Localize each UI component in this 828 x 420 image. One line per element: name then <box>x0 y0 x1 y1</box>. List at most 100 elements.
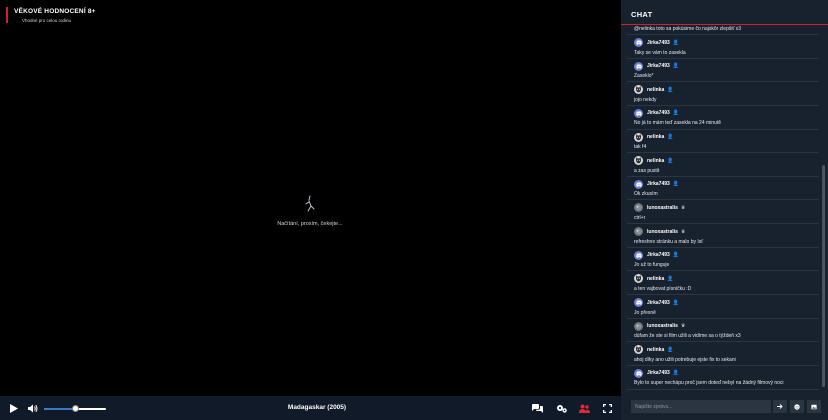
chat-message: nelinka 👤 ahoj díky ano užili potrebuje ej… <box>627 342 819 366</box>
cat-avatar-icon <box>635 157 642 164</box>
chat-username[interactable]: nelinka 👤 <box>647 158 673 164</box>
avatar[interactable] <box>634 345 643 355</box>
chat-message-text: No já to mám teď zasekla na 24 minutě <box>634 120 722 127</box>
chat-username[interactable]: nelinka 👤 <box>647 347 673 353</box>
chat-username-label: lunoxastralis <box>647 204 678 211</box>
chat-username-label: Jirka7493 <box>647 110 670 117</box>
chat-username-label: Jirka7493 <box>647 252 670 259</box>
age-rating-badge: VĚKOVÉ HODNOCENÍ 8+ Vhodné pro celou rod… <box>6 7 96 23</box>
chat-panel: CHAT @nelinka toto sa pokúsime čo najskô… <box>621 0 828 420</box>
chat-username[interactable]: Jirka7493 👤 <box>647 63 679 69</box>
crown-icon: ♛ <box>680 228 686 235</box>
avatar[interactable] <box>634 85 643 95</box>
user-icon: 👤 <box>667 275 674 282</box>
chat-toggle-button[interactable] <box>531 401 543 415</box>
chat-message: Jirka7493 👤 No já to mám teď zasekla na 24… <box>627 106 819 130</box>
avatar[interactable] <box>634 250 643 260</box>
chat-username[interactable]: nelinka 👤 <box>647 134 673 140</box>
video-area[interactable]: VĚKOVÉ HODNOCENÍ 8+ Vhodné pro celou rod… <box>0 0 621 396</box>
chat-message: nelinka 👤 a ten vajbovat písničku :D <box>627 271 819 296</box>
user-icon: 👤 <box>672 63 680 70</box>
avatar[interactable] <box>634 227 643 237</box>
chat-username[interactable]: lunoxastralis ♛ <box>647 229 685 235</box>
chat-message-list[interactable]: @nelinka toto sa pokúsime čo najskôr zle… <box>627 25 819 391</box>
chat-username-label: Jirka7493 <box>647 63 670 70</box>
play-icon <box>10 403 18 413</box>
user-icon: 👤 <box>672 181 680 188</box>
discord-logo-icon <box>635 182 642 187</box>
chat-username[interactable]: lunoxastralis ♛ <box>647 323 685 329</box>
chat-message: lunoxastralis ♛ ctrl+r <box>627 200 819 225</box>
user-icon: 👤 <box>672 39 680 46</box>
chat-message: lunoxastralis ♛ dúfam že ste si film užili… <box>627 319 819 343</box>
chat-username[interactable]: Jirka7493 👤 <box>647 370 679 376</box>
chat-username[interactable]: Jirka7493 👤 <box>647 110 679 116</box>
chat-message: nelinka 👤 tak f4 <box>627 130 819 154</box>
chat-message-text: dúfam že ste si film užili a vidíme sa o… <box>634 333 741 340</box>
media-icon <box>811 404 817 409</box>
user-icon: 👤 <box>667 134 674 141</box>
chat-message-text: Ok zkusím <box>634 191 658 198</box>
chat-username[interactable]: Jirka7493 👤 <box>647 40 679 46</box>
fullscreen-button[interactable] <box>601 401 613 415</box>
seek-progress <box>44 408 75 410</box>
chat-username[interactable]: nelinka 👤 <box>647 87 673 93</box>
send-button[interactable] <box>773 400 787 413</box>
chat-message: lunoxastralis ♛ refreshne stránku a malo b… <box>627 224 819 248</box>
play-button[interactable] <box>8 401 20 415</box>
seek-bar[interactable] <box>44 405 106 412</box>
avatar[interactable] <box>634 179 643 189</box>
avatar[interactable] <box>634 108 643 118</box>
chat-username[interactable]: Jirka7493 👤 <box>647 300 679 306</box>
users-button[interactable] <box>578 401 590 415</box>
settings-button[interactable] <box>555 401 567 415</box>
emoji-button[interactable] <box>790 400 804 413</box>
user-icon: 👤 <box>672 370 680 377</box>
media-button[interactable] <box>807 400 821 413</box>
chat-title: CHAT <box>631 10 653 19</box>
chat-message-text: Bylo to super nechápu proč jsem doteď ne… <box>634 380 784 387</box>
chat-username[interactable]: Jirka7493 👤 <box>647 181 679 187</box>
chat-username[interactable]: lunoxastralis ♛ <box>647 205 685 211</box>
chat-message-text: a zas pustit <box>634 167 660 174</box>
avatar[interactable] <box>634 61 643 71</box>
avatar[interactable] <box>634 38 643 47</box>
loading-spinner-icon <box>305 195 315 212</box>
chat-message-text: Taky se vám to zasekla <box>634 49 686 56</box>
avatar[interactable] <box>634 132 643 142</box>
chat-message: nelinka 👤 jojo nekdy <box>627 82 819 106</box>
avatar[interactable] <box>634 298 643 308</box>
age-rating-subtitle: Vhodné pro celou rodinu <box>22 18 72 23</box>
chat-username[interactable]: Jirka7493 👤 <box>647 252 679 258</box>
chat-username[interactable]: nelinka 👤 <box>647 276 673 282</box>
avatar[interactable] <box>634 274 643 284</box>
chat-message-text: ctrl+r <box>634 214 646 221</box>
user-icon: 👤 <box>667 157 674 164</box>
avatar[interactable] <box>634 368 643 378</box>
cat-avatar-icon <box>635 86 642 93</box>
chat-message: Jirka7493 👤 Taky se vám to zasekla <box>627 35 819 59</box>
avatar[interactable] <box>634 156 643 166</box>
seek-handle[interactable] <box>71 405 79 412</box>
crown-icon: ♛ <box>680 204 686 211</box>
crown-icon: ♛ <box>680 323 686 330</box>
chat-username-label: nelinka <box>647 157 665 164</box>
chat-message-text: jojo nekdy <box>634 96 657 103</box>
astral-avatar-icon <box>635 228 642 235</box>
chat-message-text: ahoj díky ano užili potrebuje ejste fix … <box>634 356 736 363</box>
chat-username-label: Jirka7493 <box>647 181 670 188</box>
chat-username-label: Jirka7493 <box>647 370 670 377</box>
emoji-icon <box>794 403 800 410</box>
discord-logo-icon <box>635 64 642 69</box>
volume-button[interactable] <box>27 401 39 415</box>
chat-message: Jirka7493 👤 Ok zkusím <box>627 177 819 201</box>
chat-scrollbar[interactable] <box>822 165 825 387</box>
cat-avatar-icon <box>635 275 642 282</box>
chat-message-input[interactable] <box>631 400 771 413</box>
discord-logo-icon <box>635 40 642 45</box>
avatar[interactable] <box>634 203 643 213</box>
avatar[interactable] <box>634 321 643 331</box>
chat-message: Jirka7493 👤 Zaseklo* <box>627 59 819 83</box>
discord-logo-icon <box>635 300 642 305</box>
chat-username-label: lunoxastralis <box>647 323 678 330</box>
